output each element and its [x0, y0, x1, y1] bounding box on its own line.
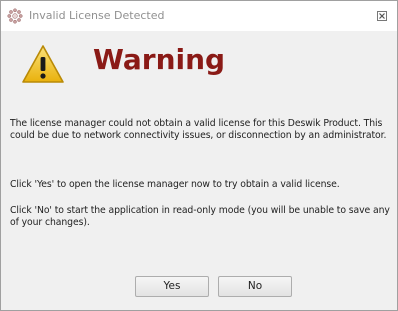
deswik-app-icon: [7, 8, 23, 24]
title-bar[interactable]: Invalid License Detected: [1, 1, 397, 31]
license-error-message: The license manager could not obtain a v…: [10, 118, 387, 141]
dialog-content: Warning The license manager could not ob…: [1, 31, 397, 310]
warning-triangle-icon: [21, 44, 65, 84]
no-button[interactable]: No: [218, 276, 292, 297]
no-instruction-text: Click 'No' to start the application in r…: [10, 205, 390, 228]
yes-instruction-text: Click 'Yes' to open the license manager …: [10, 179, 340, 190]
window-title: Invalid License Detected: [29, 9, 165, 22]
yes-button[interactable]: Yes: [135, 276, 209, 297]
license-dialog-window: Invalid License Detected Warning The lic…: [0, 0, 398, 311]
close-button[interactable]: [371, 6, 393, 26]
close-icon: [377, 11, 387, 21]
warning-heading: Warning: [93, 43, 226, 76]
